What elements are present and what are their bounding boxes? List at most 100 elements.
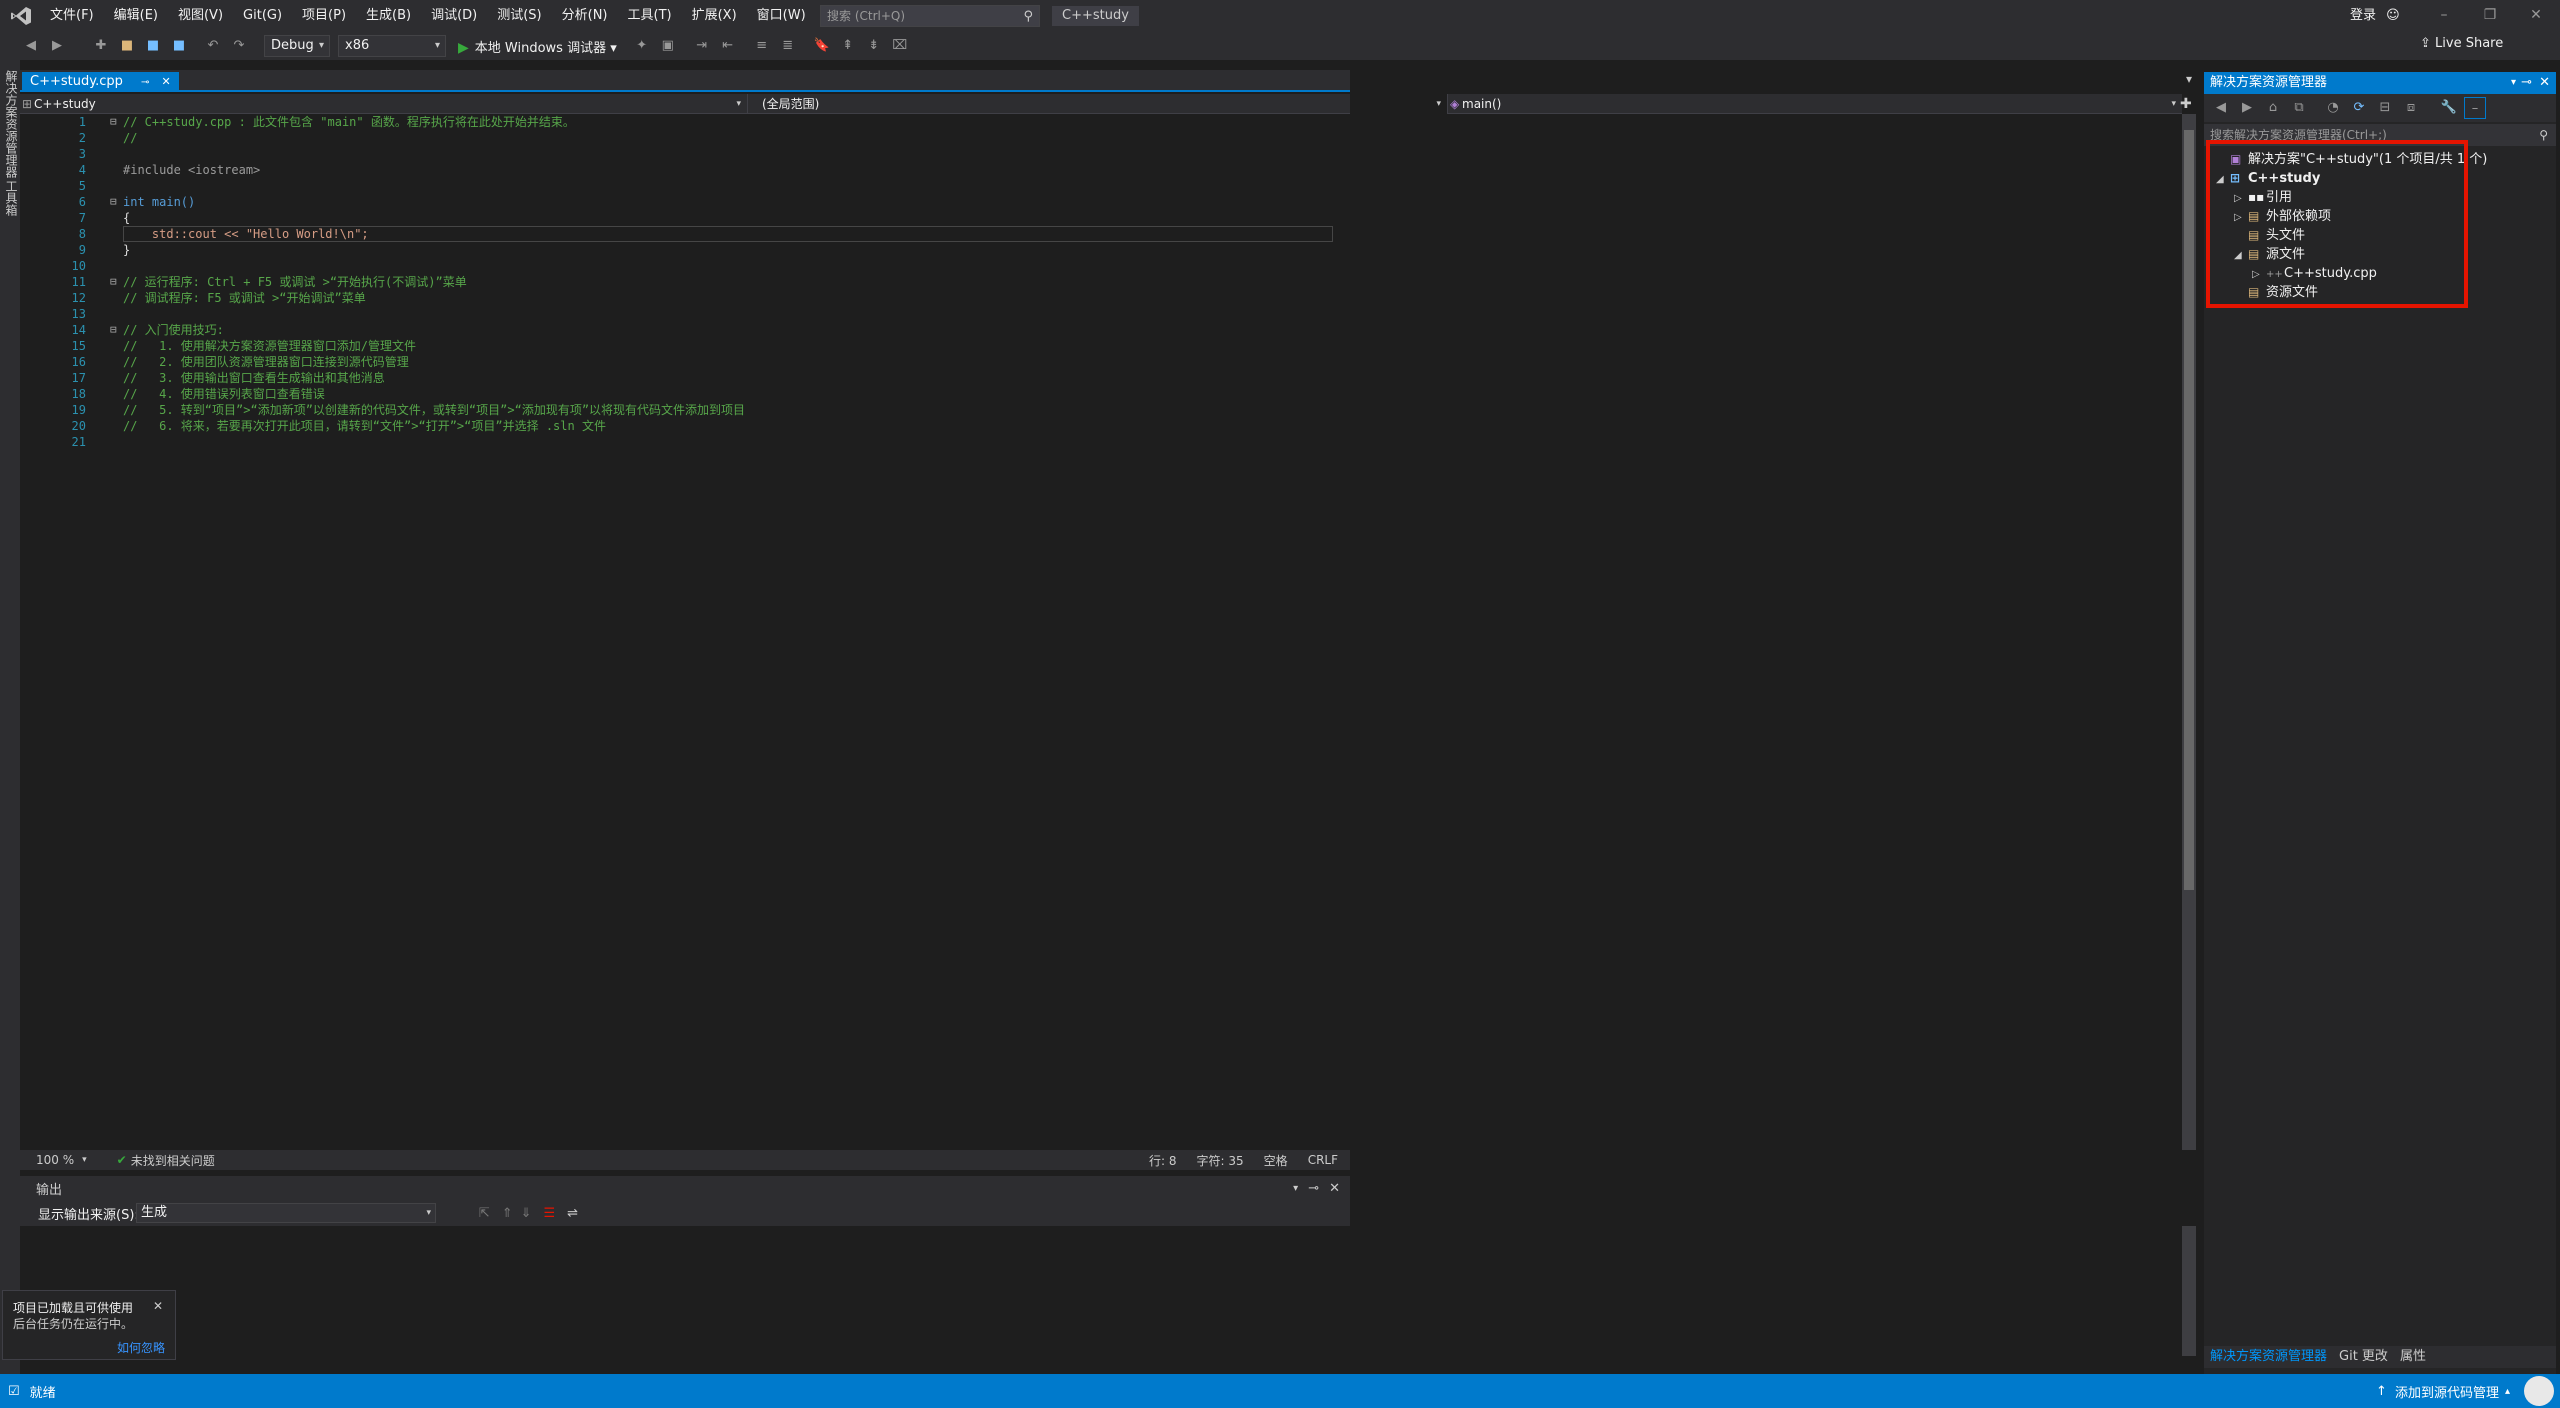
se-pin-icon[interactable]: ⊸	[2521, 72, 2532, 94]
tab-git-changes[interactable]: Git 更改	[2333, 1346, 2394, 1368]
output-text-area[interactable]	[20, 1226, 1350, 1356]
login-link[interactable]: 登录 ☺	[2350, 0, 2400, 32]
fold-minus-icon[interactable]: ⊟	[110, 114, 117, 130]
code-editor[interactable]: 1 ⊟// C++study.cpp : 此文件包含 "main" 函数。程序执行…	[20, 114, 1336, 1150]
code-line[interactable]: 18// 4. 使用错误列表窗口查看错误	[20, 386, 1330, 402]
menu-extensions[interactable]: 扩展(X)	[682, 0, 747, 32]
forward-icon[interactable]: ▶	[46, 35, 68, 57]
code-line[interactable]: 6 ⊟ int main()	[20, 194, 1330, 210]
bookmark-icon[interactable]: 🔖	[811, 35, 833, 57]
code-line[interactable]: 9}	[20, 242, 1330, 258]
close-window-button[interactable]: ✕	[2516, 0, 2556, 32]
code-line[interactable]: 4 #include <iostream>	[20, 162, 1330, 178]
tab-toolbox[interactable]: 工具箱	[3, 180, 20, 216]
zoom-caret-icon[interactable]: ▾	[82, 1155, 87, 1165]
se-back-icon[interactable]: ◀	[2210, 97, 2232, 119]
code-line[interactable]: 1 ⊟// C++study.cpp : 此文件包含 "main" 函数。程序执行…	[20, 114, 1330, 130]
clear-all-icon[interactable]: ☰	[544, 1206, 556, 1221]
toast-link[interactable]: 如何忽略	[117, 1339, 165, 1356]
close-tab-icon[interactable]: ✕	[162, 75, 171, 88]
code-line[interactable]: 19// 5. 转到“项目”>“添加新项”以创建新的代码文件，或转到“项目”>“…	[20, 402, 1330, 418]
code-line[interactable]: 8 std::cout << "Hello World!\n";	[20, 226, 1330, 242]
new-project-icon[interactable]: ✚	[90, 35, 112, 57]
split-editor-icon[interactable]: ✚	[2180, 94, 2192, 114]
code-line[interactable]: 7{	[20, 210, 1330, 226]
comment-icon[interactable]: ≡	[751, 35, 773, 57]
output-menu-icon[interactable]: ▾	[1293, 1183, 1298, 1194]
menu-build[interactable]: 生成(B)	[356, 0, 421, 32]
hot-reload-icon[interactable]: ✦	[631, 35, 653, 57]
step-icon[interactable]: ⇥	[691, 35, 713, 57]
menu-edit[interactable]: 编辑(E)	[104, 0, 168, 32]
zoom-level[interactable]: 100 %	[36, 1153, 74, 1167]
step-over-icon[interactable]: ⇤	[717, 35, 739, 57]
word-wrap-icon[interactable]: ⇌	[567, 1206, 578, 1221]
preview-icon[interactable]: –	[2464, 97, 2486, 119]
issues-status[interactable]: 未找到相关问题	[131, 1152, 215, 1169]
code-line[interactable]: 16// 2. 使用团队资源管理器窗口连接到源代码管理	[20, 354, 1330, 370]
platform-select[interactable]: x86 ▾	[338, 35, 446, 57]
save-all-icon[interactable]: ■	[168, 35, 190, 57]
search-input[interactable]: 搜索 (Ctrl+Q) ⚲	[820, 5, 1040, 27]
menu-analyze[interactable]: 分析(N)	[552, 0, 618, 32]
caret-up-icon[interactable]: ▴	[2505, 1386, 2510, 1397]
next-message-icon[interactable]: ⇓	[521, 1206, 532, 1221]
undo-icon[interactable]: ↶	[202, 35, 224, 57]
line-ending[interactable]: CRLF	[1308, 1153, 1338, 1167]
toast-close-icon[interactable]: ✕	[153, 1299, 163, 1313]
show-all-files-icon[interactable]: ⧈	[2400, 97, 2422, 119]
tab-cpp-file[interactable]: C++study.cpp ⊸ ✕	[22, 72, 179, 92]
start-debugging-button[interactable]: ▶ 本地 Windows 调试器 ▾	[458, 37, 617, 56]
se-forward-icon[interactable]: ▶	[2236, 97, 2258, 119]
menu-window[interactable]: 窗口(W)	[747, 0, 816, 32]
next-bookmark-icon[interactable]: ⇟	[863, 35, 885, 57]
output-source-select[interactable]: 生成 ▾	[136, 1203, 436, 1223]
prev-bookmark-icon[interactable]: ⇞	[837, 35, 859, 57]
fold-minus-icon[interactable]: ⊟	[110, 274, 117, 290]
code-line[interactable]: 17// 3. 使用输出窗口查看生成输出和其他消息	[20, 370, 1330, 386]
code-line[interactable]: 20// 6. 将来，若要再次打开此项目，请转到“文件”>“打开”>“项目”并选…	[20, 418, 1330, 434]
visual-studio-logo-icon[interactable]	[10, 6, 32, 26]
code-line[interactable]: 14 ⊟// 入门使用技巧:	[20, 322, 1330, 338]
menu-view[interactable]: 视图(V)	[168, 0, 233, 32]
redo-icon[interactable]: ↷	[228, 35, 250, 57]
menu-project[interactable]: 项目(P)	[292, 0, 356, 32]
home-icon[interactable]: ⌂	[2262, 97, 2284, 119]
output-vertical-scrollbar[interactable]	[2182, 1226, 2196, 1356]
code-line[interactable]: 12// 调试程序: F5 或调试 >“开始调试”菜单	[20, 290, 1330, 306]
menu-file[interactable]: 文件(F)	[40, 0, 104, 32]
function-dropdown[interactable]: ◈ main() ▾	[1448, 94, 2182, 114]
code-line[interactable]: 21	[20, 434, 1330, 450]
collapse-all-icon[interactable]: ⊟	[2374, 97, 2396, 119]
code-line[interactable]: 5	[20, 178, 1330, 194]
code-line[interactable]: 10	[20, 258, 1330, 274]
tab-solution-explorer[interactable]: 解决方案资源管理器	[2204, 1346, 2333, 1368]
char-number[interactable]: 字符: 35	[1197, 1152, 1244, 1169]
menu-debug[interactable]: 调试(D)	[421, 0, 487, 32]
project-dropdown[interactable]: ⊞ C++study ▾	[20, 94, 748, 114]
save-icon[interactable]: ■	[142, 35, 164, 57]
code-line[interactable]: 3	[20, 146, 1330, 162]
minimize-button[interactable]: –	[2424, 0, 2464, 32]
back-icon[interactable]: ◀	[20, 35, 42, 57]
clear-bookmarks-icon[interactable]: ⌧	[889, 35, 911, 57]
add-to-source-control[interactable]: 添加到源代码管理	[2395, 1382, 2499, 1401]
output-close-icon[interactable]: ✕	[1329, 1181, 1340, 1196]
pin-icon[interactable]: ⊸	[141, 77, 149, 88]
menu-test[interactable]: 测试(S)	[487, 0, 551, 32]
screenshot-icon[interactable]: ▣	[657, 35, 679, 57]
sync-icon[interactable]: ⟳	[2348, 97, 2370, 119]
goto-error-icon[interactable]: ⇱	[479, 1206, 490, 1221]
output-pin-icon[interactable]: ⊸	[1308, 1181, 1319, 1196]
uncomment-icon[interactable]: ≣	[777, 35, 799, 57]
whitespace-mode[interactable]: 空格	[1264, 1152, 1288, 1169]
se-menu-icon[interactable]: ▾	[2511, 72, 2516, 94]
code-line[interactable]: 2//	[20, 130, 1330, 146]
switch-views-icon[interactable]: ⧉	[2288, 97, 2310, 119]
tab-properties[interactable]: 属性	[2394, 1346, 2432, 1368]
pending-changes-icon[interactable]: ◔	[2322, 97, 2344, 119]
configuration-select[interactable]: Debug ▾	[264, 35, 330, 57]
avatar[interactable]	[2524, 1376, 2554, 1406]
fold-minus-icon[interactable]: ⊟	[110, 322, 117, 338]
live-share-button[interactable]: ⇪ Live Share	[2420, 36, 2503, 51]
